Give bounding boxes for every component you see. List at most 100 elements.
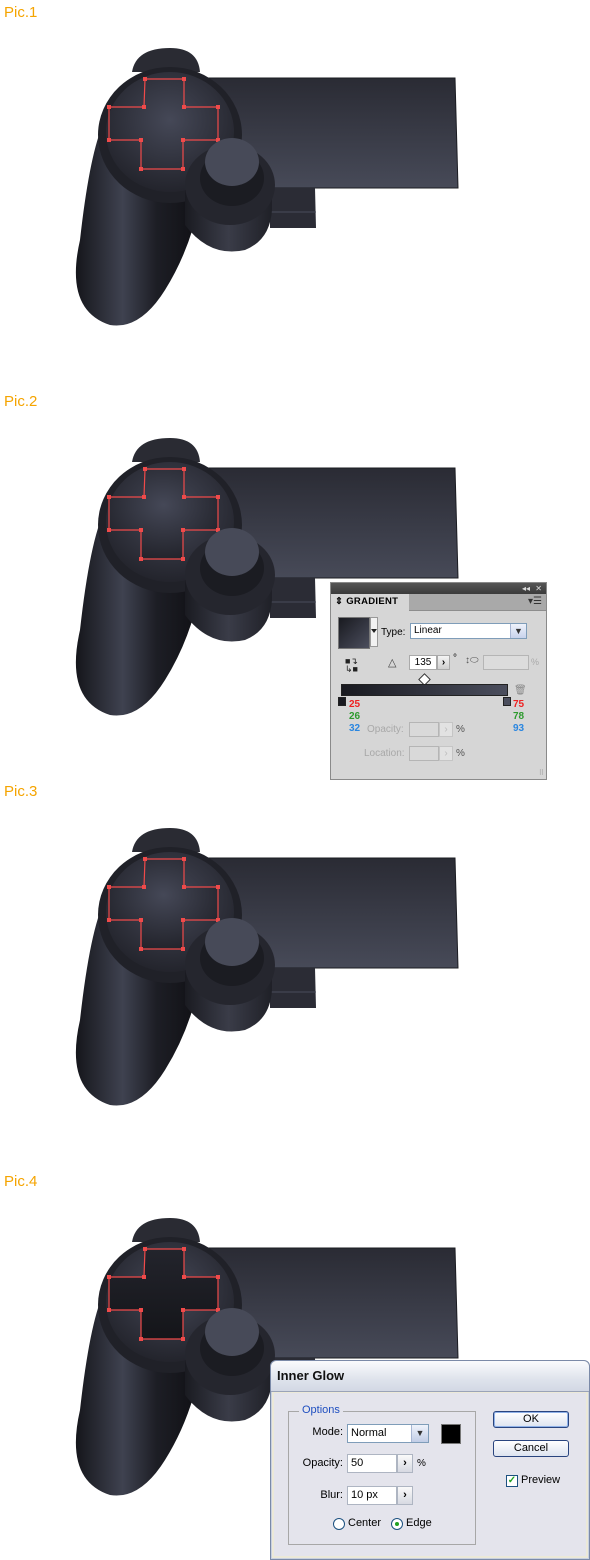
type-select[interactable]: Linear ▼ — [410, 623, 527, 639]
anchor-point — [182, 1247, 186, 1251]
anchor-point — [143, 857, 147, 861]
options-group: Options Mode: Normal ▼ Opacity: 50 › % B… — [288, 1404, 476, 1545]
location-label: Location: — [364, 748, 405, 759]
anchor-point — [182, 495, 186, 499]
resize-grip-icon[interactable]: ⠿ — [539, 769, 544, 777]
location-pct: % — [456, 748, 465, 759]
tab-gradient[interactable]: ⇕ GRADIENT — [331, 594, 409, 611]
anchor-point — [181, 167, 185, 171]
location-input — [409, 746, 439, 761]
angle-dropdown-button[interactable]: › — [437, 655, 450, 670]
anchor-point — [216, 495, 220, 499]
close-panel-icon[interactable]: ✕ — [535, 583, 542, 594]
anchor-point — [181, 918, 185, 922]
anchor-point — [181, 138, 185, 142]
anchor-point — [216, 1275, 220, 1279]
controller-lower-ledge — [270, 968, 316, 1008]
anchor-point — [181, 528, 185, 532]
aspect-pct-label: % — [531, 657, 540, 667]
anchor-point — [107, 1308, 111, 1312]
blur-label: Blur: — [320, 1489, 343, 1501]
anchor-point — [107, 1275, 111, 1279]
anchor-point — [139, 167, 143, 171]
opacity-input[interactable]: 50 — [347, 1454, 397, 1473]
stick-cap — [205, 138, 259, 186]
anchor-point — [142, 495, 146, 499]
opacity-label: Opacity: — [302, 1457, 343, 1469]
controller-illustration-3 — [60, 820, 470, 1120]
anchor-point — [139, 918, 143, 922]
anchor-point — [107, 528, 111, 532]
tab-gradient-label: GRADIENT — [346, 596, 399, 607]
anchor-point — [181, 557, 185, 561]
anchor-point — [107, 105, 111, 109]
right-stop-r: 75 — [513, 699, 525, 710]
gradient-stop-right[interactable] — [503, 697, 511, 706]
blur-input[interactable]: 10 px — [347, 1486, 397, 1505]
inner-glow-dialog: Inner Glow Options Mode: Normal ▼ Opacit… — [270, 1360, 590, 1560]
preview-label: Preview — [521, 1474, 561, 1486]
panel-title-bar[interactable]: ◂◂ ✕ — [331, 583, 546, 594]
opacity-dropdown-button[interactable]: › — [397, 1454, 413, 1473]
center-label: Center — [348, 1517, 382, 1529]
anchor-point — [143, 1247, 147, 1251]
edge-label: Edge — [406, 1517, 432, 1529]
anchor-point — [142, 1275, 146, 1279]
cancel-button[interactable]: Cancel — [493, 1440, 569, 1457]
gradient-swatch[interactable] — [338, 617, 370, 649]
opacity-pct: % — [456, 724, 465, 735]
options-legend: Options — [299, 1404, 343, 1416]
anchor-point — [139, 557, 143, 561]
collapse-panel-icon[interactable]: ◂◂ — [522, 583, 530, 594]
anchor-point — [139, 1337, 143, 1341]
left-stop-g: 26 — [349, 711, 361, 722]
controller-illustration-1 — [60, 40, 470, 340]
mode-select-value: Normal — [351, 1427, 387, 1439]
anchor-point — [181, 1337, 185, 1341]
dialog-title: Inner Glow — [271, 1361, 589, 1392]
anchor-point — [182, 857, 186, 861]
controller-lower-ledge — [270, 578, 316, 618]
anchor-point — [216, 885, 220, 889]
stick-cap — [205, 528, 259, 576]
panel-menu-icon[interactable]: ▾☰ — [528, 596, 542, 607]
stick-cap — [205, 918, 259, 966]
aspect-ratio-input — [483, 655, 529, 670]
pic-2-label: Pic.2 — [4, 393, 38, 410]
degree-symbol: ° — [453, 653, 457, 664]
chevron-down-icon[interactable]: ▼ — [411, 1425, 428, 1442]
center-radio[interactable] — [333, 1518, 345, 1530]
mode-select[interactable]: Normal ▼ — [347, 1424, 429, 1443]
reverse-gradient-icon[interactable]: ■↴ ↳■ — [345, 657, 358, 674]
gradient-panel: ◂◂ ✕ ⇕ GRADIENT ▾☰ Type: Linear ▼ ■↴ ↳■ △… — [330, 582, 547, 780]
ok-button[interactable]: OK — [493, 1411, 569, 1428]
blur-dropdown-button[interactable]: › — [397, 1486, 413, 1505]
anchor-point — [107, 138, 111, 142]
left-stop-b: 32 — [349, 723, 361, 734]
aspect-ratio-icon: ↕⬭ — [465, 655, 479, 666]
chevron-down-icon[interactable]: ▼ — [510, 624, 526, 638]
anchor-point — [139, 138, 143, 142]
anchor-point — [107, 885, 111, 889]
pic-3-label: Pic.3 — [4, 783, 38, 800]
opacity-label: Opacity: — [367, 724, 404, 735]
gradient-stop-left[interactable] — [338, 697, 346, 706]
anchor-point — [216, 105, 220, 109]
gradient-slider[interactable] — [341, 684, 508, 696]
anchor-point — [107, 918, 111, 922]
angle-input[interactable]: 135 — [409, 655, 437, 670]
type-label: Type: — [381, 627, 406, 638]
pic-1-label: Pic.1 — [4, 4, 38, 21]
anchor-point — [182, 105, 186, 109]
delete-stop-icon[interactable]: 🗑 — [514, 685, 527, 696]
opacity-input — [409, 722, 439, 737]
preview-checkbox[interactable]: ✓ — [506, 1475, 518, 1487]
anchor-point — [143, 467, 147, 471]
edge-radio[interactable] — [391, 1518, 403, 1530]
opacity-unit: % — [417, 1458, 426, 1469]
glow-color-swatch[interactable] — [441, 1424, 461, 1444]
anchor-point — [181, 1308, 185, 1312]
pic-4-label: Pic.4 — [4, 1173, 38, 1190]
anchor-point — [182, 885, 186, 889]
anchor-point — [182, 77, 186, 81]
